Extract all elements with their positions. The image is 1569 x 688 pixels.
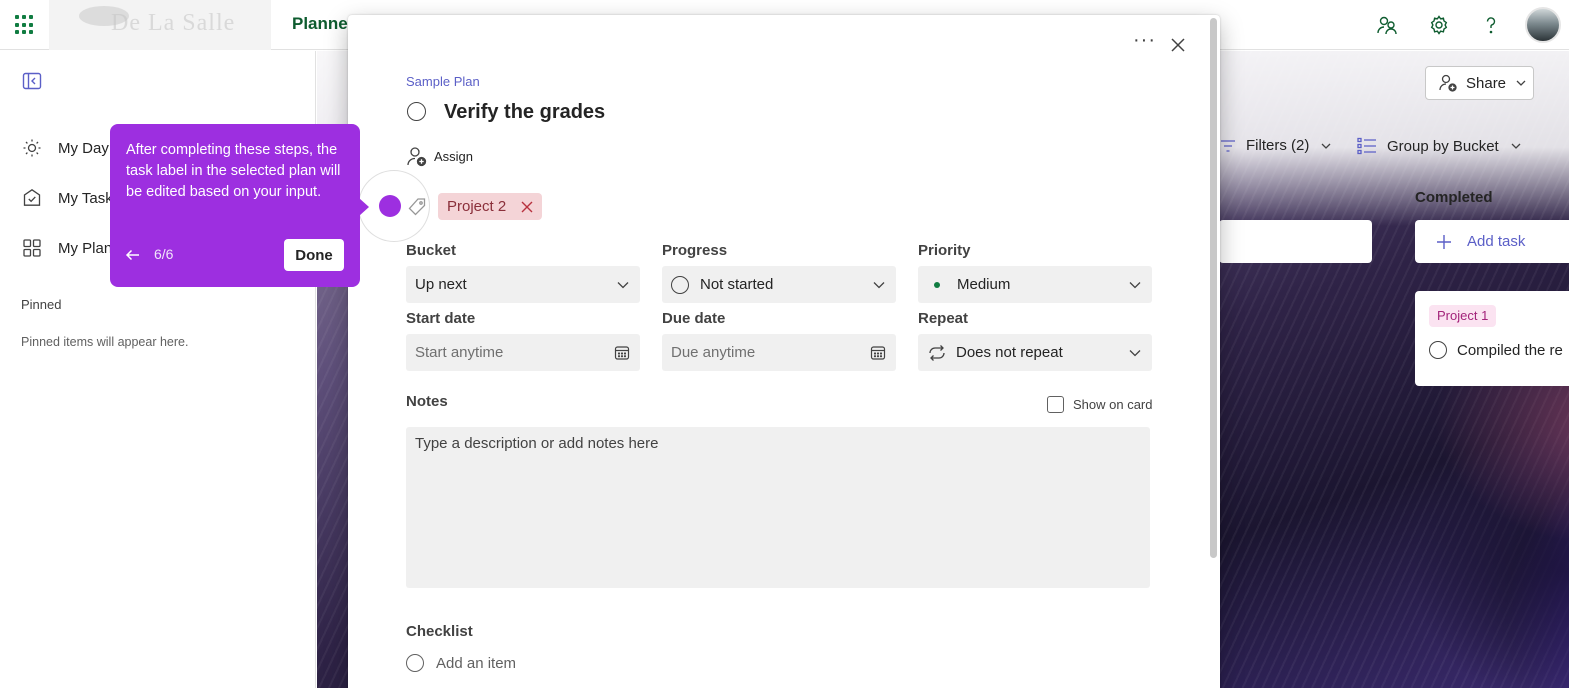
show-on-card-checkbox[interactable]: Show on card	[1047, 396, 1153, 413]
tour-hotspot[interactable]	[379, 195, 401, 217]
gear-icon[interactable]	[1426, 12, 1452, 38]
repeat-icon	[929, 344, 945, 361]
close-icon[interactable]	[1169, 36, 1187, 54]
add-task-label: Add task	[1467, 233, 1526, 250]
back-arrow-icon[interactable]	[124, 246, 142, 264]
nav-my-day[interactable]: My Day	[22, 133, 109, 163]
chevron-down-icon	[617, 281, 629, 288]
share-label: Share	[1466, 74, 1507, 92]
label-chip[interactable]: Project 2	[438, 193, 543, 220]
done-button[interactable]: Done	[284, 239, 344, 271]
add-checklist-item[interactable]: Add an item	[406, 654, 516, 672]
assign-person-icon	[407, 147, 427, 167]
label-chip-text: Project 2	[447, 198, 507, 215]
bucket-title: Completed	[1415, 189, 1493, 206]
filter-icon	[1221, 139, 1235, 152]
complete-task-checkbox[interactable]	[407, 102, 426, 121]
notes-placeholder: Type a description or add notes here	[415, 435, 659, 452]
start-date-placeholder: Start anytime	[415, 344, 504, 361]
avatar[interactable]	[1525, 7, 1561, 43]
plus-icon	[1437, 234, 1451, 249]
bucket-select[interactable]: Up next	[406, 266, 640, 303]
not-started-icon	[671, 275, 689, 294]
plan-name-link[interactable]: Sample Plan	[406, 74, 480, 89]
sun-icon	[23, 139, 41, 157]
add-item-label: Add an item	[436, 654, 517, 672]
calendar-icon[interactable]	[614, 345, 630, 361]
notes-textarea[interactable]: Type a description or add notes here	[406, 427, 1150, 588]
due-date-input[interactable]: Due anytime	[662, 334, 896, 371]
start-date-input[interactable]: Start anytime	[406, 334, 640, 371]
grid-icon	[23, 239, 41, 257]
due-date-placeholder: Due anytime	[671, 344, 756, 361]
calendar-icon[interactable]	[870, 345, 886, 361]
filters-button[interactable]: Filters (2)	[1220, 137, 1333, 154]
card-task-title: Compiled the re	[1457, 341, 1563, 359]
priority-value: Medium	[957, 276, 1011, 293]
repeat-label: Repeat	[918, 310, 969, 327]
chevron-down-icon	[1321, 143, 1331, 149]
chevron-down-icon	[873, 281, 885, 288]
chevron-down-icon	[1511, 143, 1521, 149]
bucket-value: Up next	[415, 276, 467, 293]
tour-step-counter: 6/6	[154, 246, 174, 262]
add-task-input[interactable]	[1219, 220, 1372, 263]
priority-label: Priority	[918, 242, 971, 259]
filters-label: Filters (2)	[1246, 137, 1310, 154]
repeat-value: Does not repeat	[956, 344, 1063, 361]
progress-value: Not started	[700, 276, 774, 293]
tour-tooltip: After completing these steps, the task l…	[110, 124, 369, 287]
org-logo: De La Salle	[49, 0, 271, 50]
share-button[interactable]: Share	[1425, 66, 1534, 100]
collapse-nav-icon[interactable]	[22, 72, 42, 90]
remove-label-icon[interactable]	[520, 200, 534, 214]
bucket-label: Bucket	[406, 242, 457, 259]
start-date-label: Start date	[406, 310, 476, 327]
priority-select[interactable]: Medium	[918, 266, 1152, 303]
tasks-icon	[23, 189, 41, 206]
notes-label: Notes	[406, 393, 448, 410]
checkbox-box[interactable]	[1047, 396, 1064, 413]
nav-my-tasks[interactable]: My Tasks	[22, 183, 120, 213]
due-date-label: Due date	[662, 310, 726, 327]
repeat-select[interactable]: Does not repeat	[918, 334, 1152, 371]
card-label: Project 1	[1429, 305, 1497, 327]
progress-label: Progress	[662, 242, 728, 259]
assign-label: Assign	[434, 149, 474, 164]
app-launcher-icon[interactable]	[14, 14, 36, 36]
card-task: Compiled the re	[1429, 341, 1563, 359]
people-icon[interactable]	[1374, 12, 1400, 38]
pinned-empty-text: Pinned items will appear here.	[21, 335, 189, 349]
tour-text: After completing these steps, the task l…	[126, 142, 341, 200]
task-card[interactable]: Project 1 Compiled the re	[1415, 291, 1569, 386]
progress-select[interactable]: Not started	[662, 266, 896, 303]
share-person-icon	[1439, 74, 1457, 92]
assign-button[interactable]: Assign	[406, 146, 473, 167]
app-name[interactable]: Planner	[292, 14, 354, 34]
priority-dot-icon	[934, 281, 940, 288]
group-by-label: Group by Bucket	[1387, 137, 1499, 155]
pinned-heading: Pinned	[21, 297, 62, 312]
chevron-down-icon	[1129, 281, 1141, 288]
show-on-card-label: Show on card	[1073, 397, 1153, 412]
checklist-label: Checklist	[406, 623, 473, 640]
nav-label: My Day	[58, 139, 109, 157]
add-task-button[interactable]: Add task	[1415, 220, 1569, 263]
more-options-icon[interactable]: ···	[1133, 30, 1155, 56]
chevron-down-icon	[1516, 80, 1526, 86]
checklist-circle-icon	[406, 654, 424, 672]
dialog-scrollbar[interactable]	[1210, 18, 1217, 558]
nav-my-plans[interactable]: My Plans	[22, 233, 120, 263]
group-by-button[interactable]: Group by Bucket	[1357, 137, 1523, 155]
help-icon[interactable]	[1478, 12, 1504, 38]
task-title[interactable]: Verify the grades	[444, 101, 605, 124]
list-icon	[1357, 137, 1376, 155]
complete-checkbox[interactable]	[1429, 341, 1447, 359]
chevron-down-icon	[1129, 349, 1141, 356]
